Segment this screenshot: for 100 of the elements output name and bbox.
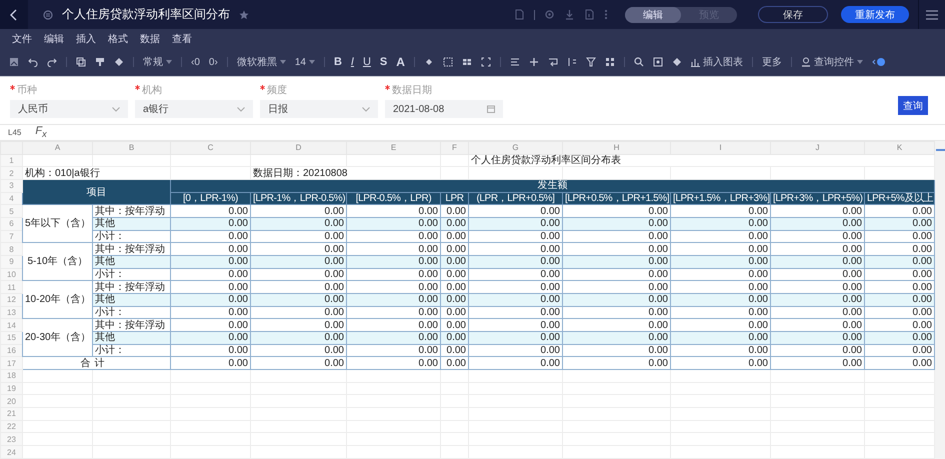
filter-field[interactable]: 2021-08-08 bbox=[385, 100, 503, 118]
menu-item[interactable]: 查看 bbox=[172, 32, 192, 46]
row-number[interactable]: 23 bbox=[0, 432, 22, 446]
query-control-dropdown[interactable]: 查询控件 bbox=[800, 55, 863, 69]
row-number[interactable]: 22 bbox=[0, 420, 22, 433]
row-number[interactable]: 24 bbox=[0, 446, 22, 458]
text-style-button[interactable]: B bbox=[334, 56, 342, 68]
table-cell: 0.00 bbox=[562, 332, 670, 344]
search-icon[interactable] bbox=[634, 57, 644, 67]
row-number[interactable]: 20 bbox=[0, 394, 22, 408]
item-header: 项目 bbox=[22, 180, 170, 205]
row-number[interactable]: 9 bbox=[0, 256, 22, 268]
table-icon[interactable] bbox=[462, 57, 472, 67]
table-cell: 0.00 bbox=[250, 294, 346, 306]
plus-icon[interactable] bbox=[528, 57, 539, 67]
copy-icon[interactable] bbox=[76, 57, 86, 67]
table-cell: 0.00 bbox=[250, 268, 346, 281]
toggle-icon[interactable] bbox=[872, 57, 886, 67]
align-icon[interactable] bbox=[510, 57, 520, 67]
table-cell: 0.00 bbox=[170, 332, 250, 344]
insert-chart-button[interactable]: 插入图表 bbox=[690, 55, 743, 69]
column-letter[interactable]: J bbox=[770, 142, 864, 154]
font-size-dropdown[interactable]: 14 bbox=[294, 56, 315, 68]
row-number[interactable]: 18 bbox=[0, 370, 22, 382]
row-number[interactable]: 15 bbox=[0, 332, 22, 344]
row-number[interactable]: 19 bbox=[0, 382, 22, 395]
filter-icon[interactable] bbox=[586, 57, 596, 67]
merge-icon[interactable] bbox=[480, 57, 491, 67]
row-number[interactable]: 12 bbox=[0, 294, 22, 306]
column-letter[interactable]: F bbox=[440, 142, 468, 154]
more-icon[interactable] bbox=[604, 9, 608, 20]
menu-item[interactable]: 文件 bbox=[12, 32, 32, 46]
row-number[interactable]: 10 bbox=[0, 268, 22, 281]
grid-icon[interactable] bbox=[604, 57, 615, 67]
table-cell: 0.00 bbox=[468, 332, 562, 344]
filter-field[interactable]: 日报 bbox=[260, 100, 378, 118]
column-letter[interactable]: H bbox=[562, 142, 670, 154]
menu-item[interactable]: 插入 bbox=[76, 32, 96, 46]
download-icon[interactable] bbox=[564, 9, 575, 20]
query-button[interactable]: 查询 bbox=[898, 96, 928, 115]
row-number[interactable]: 6 bbox=[0, 218, 22, 230]
table-cell: 0.00 bbox=[670, 256, 770, 268]
column-letter[interactable]: A bbox=[22, 142, 92, 154]
row-number[interactable]: 1 bbox=[0, 154, 22, 167]
number-format-dropdown[interactable]: 常规 bbox=[143, 55, 172, 69]
filter-field[interactable]: 人民币 bbox=[10, 100, 128, 118]
row-number[interactable]: 13 bbox=[0, 306, 22, 319]
file-icon[interactable] bbox=[584, 9, 595, 20]
text-style-button[interactable]: A bbox=[396, 55, 405, 69]
text-style-button[interactable]: I bbox=[350, 56, 354, 68]
formula-label: F$_{x}$ bbox=[35, 125, 47, 140]
wrap-icon[interactable] bbox=[548, 57, 558, 67]
border-icon[interactable] bbox=[442, 57, 453, 67]
star-icon[interactable] bbox=[239, 10, 249, 20]
filter-label: 币种 bbox=[17, 84, 37, 97]
table-cell: 0.00 bbox=[864, 306, 934, 319]
mode-tab[interactable]: 编辑 bbox=[625, 6, 681, 22]
menu-item[interactable]: 编辑 bbox=[44, 32, 64, 46]
column-letter[interactable]: G bbox=[468, 142, 562, 154]
column-letter[interactable]: D bbox=[250, 142, 346, 154]
column-letter[interactable]: C bbox=[170, 142, 250, 154]
row-number[interactable]: 16 bbox=[0, 344, 22, 357]
column-letter[interactable]: K bbox=[864, 142, 934, 154]
scrollbar[interactable] bbox=[935, 141, 945, 459]
row-number[interactable]: 3 bbox=[0, 180, 22, 192]
publish-button[interactable]: 重新发布 bbox=[841, 6, 909, 23]
table-cell: 0.00 bbox=[468, 230, 562, 243]
row-number[interactable]: 8 bbox=[0, 242, 22, 256]
save-button[interactable]: 保存 bbox=[758, 6, 828, 23]
back-button[interactable] bbox=[0, 0, 28, 29]
text-style-button[interactable]: S bbox=[380, 56, 388, 68]
filter-field[interactable]: a银行 bbox=[135, 100, 253, 118]
row-number[interactable]: 5 bbox=[0, 204, 22, 218]
font-dropdown[interactable]: 微软雅黑 bbox=[236, 55, 286, 69]
decimal-button[interactable]: 0› bbox=[208, 56, 218, 68]
menu-item[interactable]: 数据 bbox=[140, 32, 160, 46]
column-letter[interactable]: I bbox=[670, 142, 770, 154]
more-button[interactable]: 更多 bbox=[762, 55, 782, 69]
settings-icon[interactable] bbox=[544, 9, 555, 20]
row-number[interactable]: 21 bbox=[0, 408, 22, 420]
row-number[interactable]: 17 bbox=[0, 356, 22, 370]
row-number[interactable]: 2 bbox=[0, 166, 22, 180]
redo-icon[interactable] bbox=[47, 57, 57, 67]
text-style-button[interactable]: U bbox=[362, 56, 371, 68]
row-number[interactable]: 4 bbox=[0, 192, 22, 205]
row-number[interactable]: 14 bbox=[0, 318, 22, 332]
row-number[interactable]: 7 bbox=[0, 230, 22, 243]
column-letter[interactable]: B bbox=[92, 142, 170, 154]
undo-icon[interactable] bbox=[28, 57, 38, 67]
file-icon[interactable] bbox=[514, 9, 525, 20]
paint-brush-icon[interactable] bbox=[95, 57, 105, 67]
menu-item[interactable]: 格式 bbox=[108, 32, 128, 46]
row-number[interactable]: 11 bbox=[0, 280, 22, 294]
table-cell: 0.00 bbox=[346, 344, 440, 357]
caret-icon bbox=[856, 60, 863, 64]
decimal-button[interactable]: ‹0 bbox=[191, 56, 200, 68]
column-header: [LPR+3%，LPR+5%) bbox=[770, 192, 864, 205]
column-letter[interactable]: E bbox=[346, 142, 440, 154]
menu-icon[interactable] bbox=[926, 10, 938, 20]
table-cell: 0.00 bbox=[562, 344, 670, 357]
